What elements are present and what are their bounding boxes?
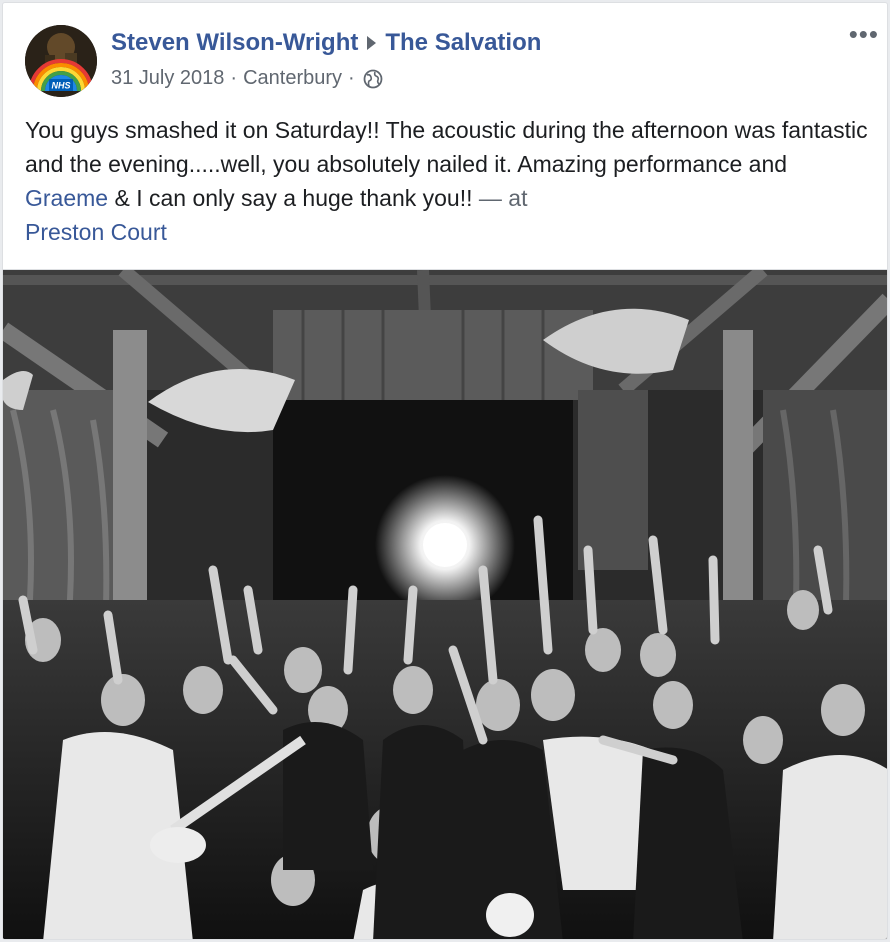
author-avatar[interactable]: NHS <box>25 25 97 97</box>
more-options-icon[interactable]: ••• <box>849 21 879 47</box>
post-header: Steven Wilson-Wright The Salvation <box>111 29 541 57</box>
target-page-link[interactable]: The Salvation <box>385 29 541 56</box>
tagged-person-link[interactable]: Graeme <box>25 185 108 211</box>
author-name-link[interactable]: Steven Wilson-Wright <box>111 29 358 56</box>
post-card: NHS Steven Wilson-Wright The Salvation 31… <box>2 2 888 940</box>
post-photo[interactable] <box>3 269 887 939</box>
globe-icon[interactable] <box>363 69 383 89</box>
meta-separator: · <box>230 67 238 89</box>
at-prefix: — at <box>472 185 528 211</box>
triangle-right-icon <box>367 35 377 50</box>
meta-separator: · <box>348 67 355 89</box>
post-meta: 31 July 2018 · Canterbury · <box>111 67 383 90</box>
post-text-part1: You guys smashed it on Saturday!! The ac… <box>25 117 868 177</box>
post-text-part2: & I can only say a huge thank you!! <box>108 185 473 211</box>
post-body: You guys smashed it on Saturday!! The ac… <box>25 113 875 249</box>
post-location[interactable]: Canterbury <box>243 67 342 90</box>
nhs-badge: NHS <box>51 81 70 91</box>
place-link[interactable]: Preston Court <box>25 219 167 245</box>
post-date[interactable]: 31 July 2018 <box>111 67 224 90</box>
